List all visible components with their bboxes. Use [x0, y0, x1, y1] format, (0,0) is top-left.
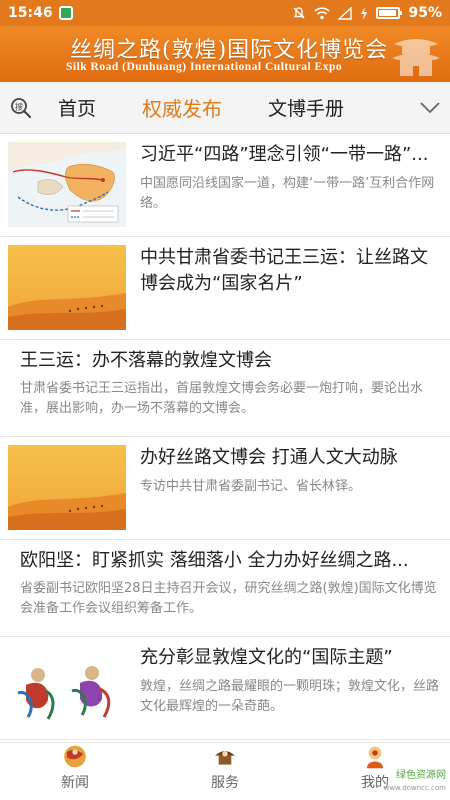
news-summary: 省委副书记欧阳坚28日主持召开会议，研究丝绸之路(敦煌)国际文化博览会准备工作会… — [20, 581, 437, 616]
watermark: 绿色资源网 www.downcc.com — [383, 770, 446, 794]
news-nav-icon — [64, 745, 86, 768]
tab-bar: 搜 首页 权威发布 文博手册 — [0, 82, 450, 134]
news-summary: 中国愿同沿线国家一道，构建‘一带一路’互利合作网络。 — [140, 176, 435, 211]
news-item[interactable]: 办好丝路文博会 打通人文大动脉 专访中共甘肃省委副书记、省长林铎。 — [0, 437, 450, 540]
tab-authoritative-release[interactable]: 权威发布 — [142, 93, 222, 122]
news-summary: 专访中共甘肃省委副书记、省长林铎。 — [140, 479, 362, 494]
news-title: 王三运：办不落幕的敦煌文博会 — [20, 350, 272, 371]
news-thumbnail-map — [8, 142, 126, 227]
wifi-icon — [314, 6, 331, 19]
profile-nav-icon — [366, 746, 384, 769]
battery-icon — [376, 7, 403, 19]
nav-services-label: 服务 — [211, 775, 239, 791]
nav-news[interactable]: 新闻 — [0, 743, 150, 800]
news-thumbnail-mural — [8, 645, 126, 730]
services-nav-icon — [215, 751, 235, 765]
search-icon[interactable]: 搜 — [10, 97, 32, 119]
bottom-nav: 新闻 服务 我的 绿色资源网 www.downcc.com — [0, 742, 450, 800]
news-title: 中共甘肃省委书记王三运：让丝路文博会成为“国家名片” — [140, 247, 428, 294]
charging-icon — [361, 6, 368, 20]
news-thumbnail-desert — [8, 245, 126, 330]
chevron-down-icon[interactable] — [420, 101, 440, 114]
news-feed: 习近平“四路”理念引领“一带一路”... 中国愿同沿线国家一道，构建‘一带一路’… — [0, 134, 450, 742]
battery-percent: 95% — [408, 5, 442, 21]
banner-title-cn: 丝绸之路(敦煌)国际文化博览会 — [70, 38, 389, 63]
tab-home[interactable]: 首页 — [58, 94, 96, 121]
status-time: 15:46 — [8, 5, 53, 21]
news-title: 充分彰显敦煌文化的“国际主题” — [140, 647, 393, 668]
mute-icon — [293, 7, 305, 19]
app-banner: 丝绸之路(敦煌)国际文化博览会 Silk Road (Dunhuang) Int… — [0, 26, 450, 82]
news-item[interactable]: 王三运：办不落幕的敦煌文博会 甘肃省委书记王三运指出，首届敦煌文博会务必要一炮打… — [0, 340, 450, 437]
nav-services[interactable]: 服务 — [150, 743, 300, 800]
status-bar: 15:46 95% — [0, 0, 450, 26]
news-item[interactable]: 欧阳坚：盯紧抓实 落细落小 全力办好丝绸之路... 省委副书记欧阳坚28日主持召… — [0, 540, 450, 637]
news-summary: 甘肃省委书记王三运指出，首届敦煌文博会务必要一炮打响，要论出水准，展出影响，办一… — [20, 381, 424, 416]
nav-news-label: 新闻 — [61, 775, 89, 791]
news-thumbnail-desert — [8, 445, 126, 530]
news-item[interactable]: 中共甘肃省委书记王三运：让丝路文博会成为“国家名片” — [0, 237, 450, 340]
svg-text:搜: 搜 — [15, 101, 23, 111]
pagoda-icon — [392, 39, 440, 76]
tab-expo-handbook[interactable]: 文博手册 — [268, 94, 344, 121]
app-notification-icon — [58, 6, 73, 20]
banner-title-en: Silk Road (Dunhuang) International Cultu… — [66, 61, 343, 73]
news-item[interactable]: 充分彰显敦煌文化的“国际主题” 敦煌，丝绸之路最耀眼的一颗明珠；敦煌文化，丝路文… — [0, 637, 450, 740]
watermark-url: www.downcc.com — [383, 784, 446, 792]
signal-icon — [338, 6, 353, 20]
news-item[interactable]: 习近平“四路”理念引领“一带一路”... 中国愿同沿线国家一道，构建‘一带一路’… — [0, 134, 450, 237]
news-summary: 敦煌，丝绸之路最耀眼的一颗明珠；敦煌文化，丝路文化最辉煌的一朵奇葩。 — [140, 679, 440, 714]
news-title: 习近平“四路”理念引领“一带一路”... — [140, 144, 429, 165]
news-title: 办好丝路文博会 打通人文大动脉 — [140, 447, 398, 468]
news-title: 欧阳坚：盯紧抓实 落细落小 全力办好丝绸之路... — [20, 550, 409, 571]
watermark-text: 绿色资源网 — [396, 770, 446, 781]
